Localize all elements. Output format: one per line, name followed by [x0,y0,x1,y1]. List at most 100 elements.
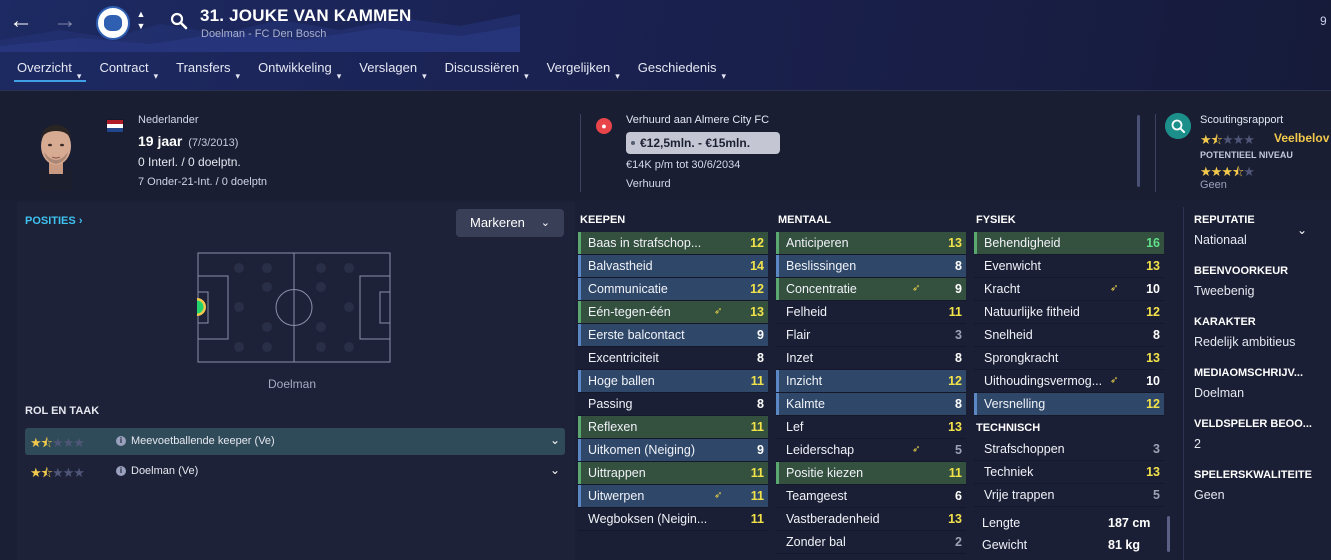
attribute-row[interactable]: Snelheid 8 [974,324,1164,347]
attributes-scrollbar[interactable] [1167,516,1170,552]
attribute-row[interactable]: Kalmte 8 [776,393,966,416]
info-scrollbar[interactable] [1137,115,1140,187]
attribute-row[interactable]: Eerste balcontact 9 [578,324,768,347]
back-arrow-icon[interactable]: ← [8,8,34,34]
attribute-row[interactable]: Inzicht 12 [776,370,966,393]
role-row[interactable]: ★⯪★★★ i Doelman (Ve) ⌄ [25,458,565,485]
attribute-row[interactable]: Leiderschap ➶ 5 [776,439,966,462]
attribute-row[interactable]: Passing 8 [578,393,768,416]
forward-arrow-icon[interactable]: → [52,8,78,34]
club-badge-icon[interactable] [96,6,130,40]
attribute-row[interactable]: Vrije trappen 5 [974,484,1164,507]
tab-transfers[interactable]: Transfers ▾ [167,56,249,86]
tab-ontwikkeling[interactable]: Ontwikkeling ▾ [249,56,350,86]
attribute-row[interactable]: Communicatie 12 [578,278,768,301]
detail-label: SPELERSKWALITEITE [1194,469,1312,481]
attribute-row[interactable]: Lef 13 [776,416,966,439]
attribute-row[interactable]: Positie kiezen 11 [776,462,966,485]
scouting-report-title[interactable]: Scoutingsrapport [1200,114,1283,126]
attribute-row[interactable]: Reflexen 11 [578,416,768,439]
club-switch-arrows-icon[interactable]: ▲ ▼ [136,8,146,32]
highlight-marker [578,439,581,461]
international-caps: 0 Interl. / 0 doelptn. [138,155,241,169]
attribute-row[interactable]: Natuurlijke fitheid 12 [974,301,1164,324]
tab-overzicht[interactable]: Overzicht ▾ [8,56,90,86]
attribute-row[interactable]: Anticiperen 13 [776,232,966,255]
detail-value: Nationaal [1194,233,1247,247]
info-icon[interactable]: i [116,436,126,446]
positions-title[interactable]: POSITIES › [25,215,82,227]
physical-stat-value: 81 kg [1108,538,1140,552]
attribute-row[interactable]: Balvastheid 14 [578,255,768,278]
attribute-name: Natuurlijke fitheid [984,305,1080,319]
attribute-name: Strafschoppen [984,442,1065,456]
tab-contract[interactable]: Contract ▾ [90,56,167,86]
highlight-marker [776,278,779,300]
mark-dropdown-button[interactable]: Markeren ⌄ [456,209,564,237]
chevron-down-icon: ▾ [235,71,241,81]
attribute-value: 13 [948,512,962,526]
attribute-row[interactable]: Excentriciteit 8 [578,347,768,370]
loan-info[interactable]: Verhuurd aan Almere City FC [626,114,769,126]
nationality[interactable]: Nederlander [138,114,199,126]
tab-discussiëren[interactable]: Discussiëren ▾ [436,56,538,86]
attribute-row[interactable]: Wegboksen (Neigin... 11 [578,508,768,531]
attribute-value: 3 [1153,442,1160,456]
highlight-marker [974,232,977,254]
role-stars: ★⯪★★★ [30,434,85,456]
attribute-row[interactable]: Sprongkracht 13 [974,347,1164,370]
player-name: 31. JOUKE VAN KAMMEN [200,6,412,25]
attribute-row[interactable]: Eén-tegen-één ➶ 13 [578,301,768,324]
highlight-marker [776,370,779,392]
role-row-selected[interactable]: ★⯪★★★ i Meevoetballende keeper (Ve) ⌄ [25,428,565,455]
star-icon: ★ [30,435,42,450]
trend-arrow-icon: ➶ [714,306,723,317]
loan-club-icon[interactable]: ● [596,118,612,134]
highlight-marker [578,232,581,254]
chevron-down-icon: ▾ [422,71,427,81]
attribute-row[interactable]: Behendigheid 16 [974,232,1164,255]
attribute-row[interactable]: Uittrappen 11 [578,462,768,485]
attribute-row[interactable]: Uithoudingsvermog... ➶ 10 [974,370,1164,393]
attribute-row[interactable]: Vastberadenheid 13 [776,508,966,531]
attribute-name: Inzicht [786,374,823,388]
attribute-row[interactable]: Evenwicht 13 [974,255,1164,278]
attribute-name: Concentratie [786,282,857,296]
chevron-down-icon[interactable]: ⌄ [1297,223,1307,237]
info-icon[interactable]: i [116,466,126,476]
physical-stat-row: Gewicht 81 kg [974,535,1164,557]
player-position-club[interactable]: Doelman - FC Den Bosch [201,28,326,40]
scouting-search-icon[interactable] [1165,113,1191,139]
attribute-row[interactable]: Kracht ➶ 10 [974,278,1164,301]
tab-vergelijken[interactable]: Vergelijken ▾ [538,56,629,86]
attribute-row[interactable]: Techniek 13 [974,461,1164,484]
attribute-row[interactable]: Teamgeest 6 [776,485,966,508]
attribute-row[interactable]: Inzet 8 [776,347,966,370]
search-icon[interactable] [170,12,188,30]
tab-geschiedenis[interactable]: Geschiedenis ▾ [629,56,735,86]
attribute-row[interactable]: Versnelling 12 [974,393,1164,416]
attribute-value: 11 [750,420,764,434]
tab-label: Geschiedenis [637,60,717,75]
chevron-down-icon[interactable]: ⌄ [550,433,560,447]
attribute-name: Uitkomen (Neiging) [588,443,695,457]
tab-verslagen[interactable]: Verslagen ▾ [350,56,435,86]
attribute-row[interactable]: Uitwerpen ➶ 11 [578,485,768,508]
chevron-down-icon[interactable]: ⌄ [550,463,560,477]
star-icon: ⯪ [40,465,53,480]
attribute-row[interactable]: Hoge ballen 11 [578,370,768,393]
attribute-row[interactable]: Uitkomen (Neiging) 9 [578,439,768,462]
attribute-row[interactable]: Beslissingen 8 [776,255,966,278]
attribute-row[interactable]: Baas in strafschop... 12 [578,232,768,255]
detail-value: Redelijk ambitieus [1194,335,1296,349]
tab-bar: Overzicht ▾ Contract ▾ Transfers ▾ Ontwikkelin… [8,56,735,86]
attribute-row[interactable]: Felheid 11 [776,301,966,324]
attribute-row[interactable]: Strafschoppen 3 [974,438,1164,461]
chevron-down-icon: ▾ [721,71,727,81]
attribute-row[interactable]: Zonder bal 2 [776,531,966,554]
attribute-row[interactable]: Flair 3 [776,324,966,347]
highlight-marker [578,301,581,323]
wage-contract: €14K p/m tot 30/6/2034 [626,159,741,171]
attribute-row[interactable]: Concentratie ➶ 9 [776,278,966,301]
attribute-name: Kracht [984,282,1021,296]
